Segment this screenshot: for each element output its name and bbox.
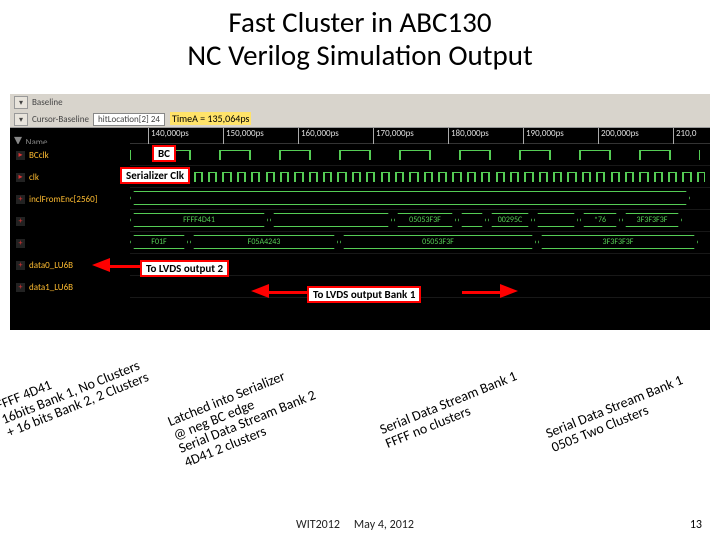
arrow-line <box>462 291 502 294</box>
arrow-right-icon <box>500 284 518 298</box>
footer: WIT2012 May 4, 2012 <box>0 518 710 532</box>
cursor-field[interactable]: hitLocation[2] 24 <box>93 113 165 126</box>
ruler-tick: 170,000ps <box>373 128 414 144</box>
ruler-tick: 210,0 <box>673 128 697 144</box>
toolbar-button[interactable]: ▾ <box>14 113 28 126</box>
lane-bus-2: FFFF4D4105053F3F00295C*763F3F3F3F <box>130 210 710 232</box>
signal-name-gutter: ▸BCclk ▸clk +inclFromEnc[2560] + + +data… <box>10 144 130 330</box>
diag-text-block-4: Serial Data Stream Bank 1 0505 Two Clust… <box>544 373 691 455</box>
time-marker-label: TimeA = 135,064ps <box>170 112 251 125</box>
signal-label[interactable]: ▸clk <box>10 166 130 188</box>
diag-text-block-1: FFFF 4D41 16bits Bank 1, No Clusters + 1… <box>0 343 151 441</box>
bc-clock-wave <box>130 148 710 160</box>
signal-label[interactable]: ▸BCclk <box>10 144 130 166</box>
ruler-tick: 190,000ps <box>523 128 564 144</box>
serializer-clock-wave <box>130 170 710 182</box>
toolbar-button[interactable]: ▾ <box>14 96 28 109</box>
slide-title: Fast Cluster in ABC130 NC Verilog Simula… <box>0 0 720 73</box>
bus-wave <box>130 191 710 205</box>
arrow-line <box>267 291 307 294</box>
signal-label[interactable]: +inclFromEnc[2560] <box>10 188 130 210</box>
bus-wave: F01FF05A424305053F3F3F3F3F3F <box>130 235 710 249</box>
annot-lvds-bank1: To LVDS output Bank 1 <box>307 286 421 303</box>
footer-conference: WIT2012 <box>296 518 340 532</box>
diag-text-block-2: Latched into Serializer @ neg BC edge Se… <box>166 361 324 470</box>
annot-lvds2: To LVDS output 2 <box>140 260 229 277</box>
ruler-tick: 200,000ps <box>598 128 639 144</box>
bus-wave: FFFF4D4105053F3F00295C*763F3F3F3F <box>130 213 710 227</box>
ruler-tick: 160,000ps <box>298 128 339 144</box>
signal-label[interactable]: + <box>10 232 130 254</box>
signal-label[interactable]: +data1_LU6B <box>10 276 130 298</box>
waveform-viewer: ▾ Baseline ▾ Cursor-Baseline hitLocation… <box>10 94 710 330</box>
footer-date: May 4, 2012 <box>354 518 414 532</box>
lane-bc-clock <box>130 144 710 166</box>
ruler-tick: 140,000ps <box>148 128 189 144</box>
annot-bc: BC <box>152 145 176 162</box>
arrow-line <box>108 265 142 268</box>
time-ruler[interactable]: 140,000ps 150,000ps 160,000ps 170,000ps … <box>130 128 710 144</box>
annot-serializer: Serializer Clk <box>120 167 190 184</box>
ruler-tick: 180,000ps <box>448 128 489 144</box>
waveform-toolbar: ▾ Baseline ▾ Cursor-Baseline hitLocation… <box>10 94 710 128</box>
ruler-tick: 150,000ps <box>223 128 264 144</box>
lane-bus-3: F01FF05A424305053F3F3F3F3F3F <box>130 232 710 254</box>
toolbar-label: Baseline <box>32 97 63 108</box>
lane-serializer-clock <box>130 166 710 188</box>
arrow-left-icon <box>251 284 269 298</box>
arrow-left-icon <box>92 258 110 272</box>
lane-bus-inclfromenc <box>130 188 710 210</box>
toolbar-label: Cursor-Baseline <box>32 114 89 125</box>
diag-text-block-3: Serial Data Stream Bank 1 FFFF no cluste… <box>378 369 525 451</box>
signal-label[interactable]: + <box>10 210 130 232</box>
page-number: 13 <box>690 518 702 532</box>
